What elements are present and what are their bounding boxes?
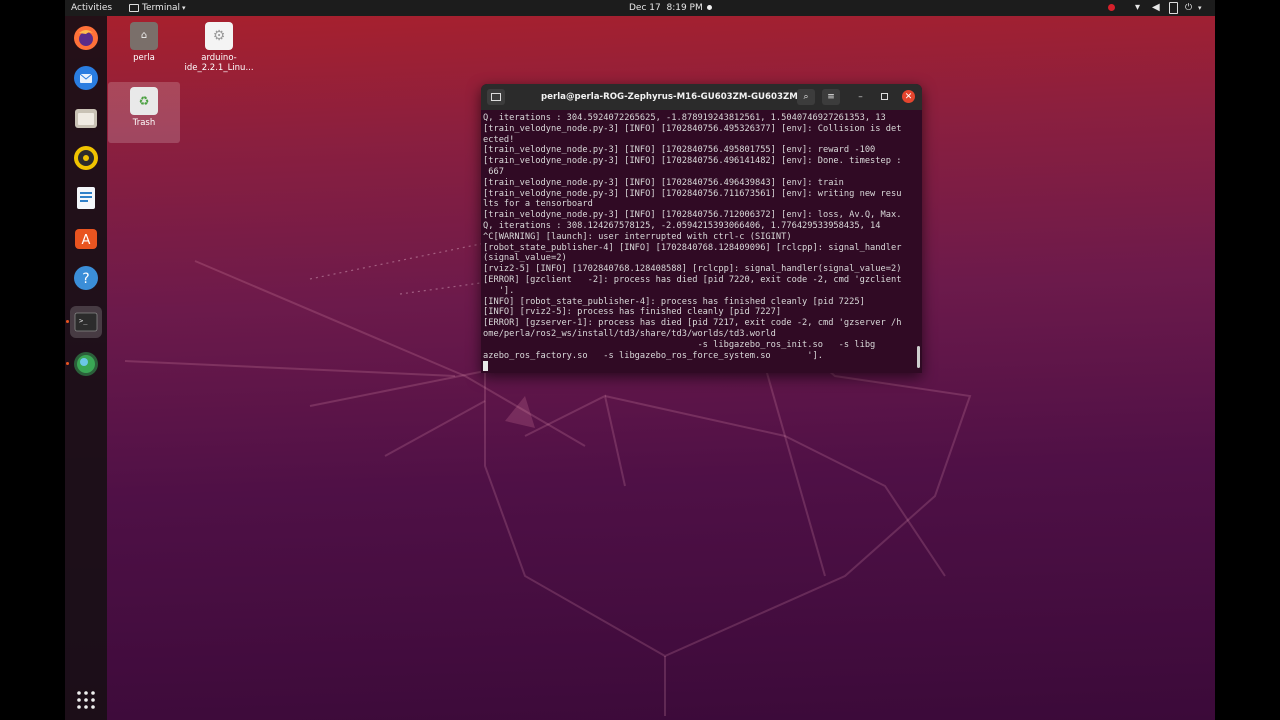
terminal-line: Q, iterations : 308.124267578125, -2.059… — [483, 220, 881, 231]
volume-icon[interactable]: ◀ — [1152, 0, 1160, 16]
wifi-icon[interactable]: ▾ — [1135, 0, 1140, 16]
help-icon: ? — [74, 266, 98, 290]
terminal-line: Q, iterations : 304.5924072265625, -1.87… — [483, 113, 886, 123]
terminal-output[interactable]: Q, iterations : 304.5924072265625, -1.87… — [483, 113, 915, 371]
terminal-window[interactable]: perla@perla-ROG-Zephyrus-M16-GU603ZM-GU6… — [481, 84, 922, 373]
svg-text:?: ? — [82, 271, 89, 287]
search-button[interactable]: ⌕ — [797, 89, 815, 105]
terminal-line: [train_velodyne_node.py-3] [INFO] [17028… — [483, 156, 902, 167]
battery-icon[interactable] — [1169, 0, 1178, 16]
app-menu-label: Terminal — [142, 3, 181, 13]
desktop-icon-label: arduino-ide_2.2.1_Linu... — [184, 53, 254, 73]
svg-text:>_: >_ — [79, 317, 88, 325]
terminal-line: 667 — [483, 166, 504, 177]
terminal-line: [rviz2-5] [INFO] [1702840768.128408588] … — [483, 264, 902, 275]
terminal-cursor — [483, 361, 488, 371]
dock-item-thunderbird[interactable] — [70, 62, 102, 94]
terminal-small-icon — [129, 3, 139, 12]
desktop-icon-home[interactable]: ⌂ perla — [108, 22, 180, 63]
menu-button[interactable]: ≡ — [822, 89, 840, 105]
close-icon: ✕ — [904, 91, 913, 102]
terminal-line: [train_velodyne_node.py-3] [INFO] [17028… — [483, 177, 844, 188]
show-apps-icon — [77, 691, 95, 709]
minimize-button[interactable]: – — [854, 90, 867, 103]
desktop-icon-arduino[interactable]: ⚙ arduino-ide_2.2.1_Linu... — [183, 22, 255, 73]
terminal-line: [robot_state_publisher-4] [INFO] [170284… — [483, 242, 902, 253]
minimize-icon: – — [858, 91, 863, 102]
terminal-line: -s libgazebo_ros_init.so -s libg — [483, 339, 876, 350]
terminal-line: azebo_ros_factory.so -s libgazebo_ros_fo… — [483, 350, 823, 361]
terminal-line: [train_velodyne_node.py-3] [INFO] [17028… — [483, 188, 902, 199]
search-icon: ⌕ — [803, 92, 809, 102]
running-indicator-icon — [66, 362, 69, 365]
terminal-line: ected! — [483, 134, 515, 145]
dock-item-files[interactable] — [70, 102, 102, 134]
maximize-button[interactable] — [878, 90, 891, 103]
running-indicator-icon — [66, 320, 69, 323]
power-icon[interactable]: ⏻ — [1185, 0, 1192, 16]
terminal-line: [INFO] [rviz2-5]: process has finished c… — [483, 307, 782, 318]
dock-item-firefox[interactable] — [70, 22, 102, 54]
clock[interactable]: Dec 17 8:19 PM — [629, 0, 712, 16]
terminal-line: lts for a tensorboard — [483, 199, 593, 210]
desktop-icon-label: Trash — [132, 118, 156, 128]
rhythmbox-icon — [74, 146, 98, 170]
terminal-line: [train_velodyne_node.py-3] [INFO] [17028… — [483, 145, 876, 156]
terminal-app-menu[interactable]: Terminal ▾ — [129, 0, 186, 16]
dock-item-globe[interactable] — [70, 348, 102, 380]
chevron-down-icon: ▾ — [182, 4, 186, 12]
left-letterbox — [0, 0, 65, 720]
terminal-line: [INFO] [robot_state_publisher-4]: proces… — [483, 296, 865, 307]
terminal-line: (signal_value=2) — [483, 253, 567, 264]
terminal-line: ome/perla/ros2_ws/install/td3/share/td3/… — [483, 328, 776, 339]
top-bar: Activities Terminal ▾ Dec 17 8:19 PM ▾ ◀ … — [65, 0, 1215, 16]
terminal-scrollbar[interactable] — [917, 346, 920, 368]
record-indicator-icon — [1108, 0, 1115, 16]
dock-item-help[interactable]: ? — [70, 262, 102, 294]
terminal-line: [train_velodyne_node.py-3] [INFO] [17028… — [483, 123, 902, 134]
clock-date: Dec 17 — [629, 3, 661, 13]
right-letterbox — [1215, 0, 1280, 720]
terminal-headerbar[interactable]: perla@perla-ROG-Zephyrus-M16-GU603ZM-GU6… — [481, 84, 922, 110]
desktop-icon-trash[interactable]: ♻ Trash — [108, 82, 180, 143]
terminal-line: [ERROR] [gzserver-1]: process has died [… — [483, 318, 902, 329]
hamburger-icon: ≡ — [827, 92, 835, 102]
close-button[interactable]: ✕ — [902, 90, 915, 103]
trash-icon: ♻ — [130, 87, 158, 115]
terminal-line: [ERROR] [gzclient -2]: process has died … — [483, 274, 902, 285]
dock-item-rhythmbox[interactable] — [70, 142, 102, 174]
terminal-line: [train_velodyne_node.py-3] [INFO] [17028… — [483, 210, 902, 221]
writer-icon — [77, 187, 95, 209]
system-menu-chevron-icon[interactable]: ▾ — [1198, 0, 1202, 16]
terminal-line: ']. — [483, 285, 515, 296]
new-tab-button[interactable] — [487, 89, 505, 105]
activities-button[interactable]: Activities — [71, 0, 112, 16]
dock-item-software[interactable]: A — [70, 222, 102, 254]
globe-icon — [74, 352, 98, 376]
notification-dot-icon — [706, 5, 712, 10]
terminal-line: ^C[WARNING] [launch]: user interrupted w… — [483, 231, 792, 242]
software-icon: A — [75, 229, 97, 249]
terminal-title: perla@perla-ROG-Zephyrus-M16-GU603ZM-GU6… — [541, 92, 801, 102]
new-tab-icon — [491, 93, 501, 101]
maximize-icon — [881, 93, 888, 100]
home-folder-icon: ⌂ — [130, 22, 158, 50]
desktop-icon-label: perla — [133, 53, 155, 63]
dock-item-writer[interactable] — [70, 182, 102, 214]
firefox-icon — [74, 26, 98, 50]
show-apps-button[interactable] — [70, 684, 102, 716]
desktop-screen: Activities Terminal ▾ Dec 17 8:19 PM ▾ ◀ … — [65, 0, 1215, 720]
arduino-icon: ⚙ — [205, 22, 233, 50]
dock: A ? >_ — [65, 16, 107, 720]
terminal-icon: >_ — [74, 312, 98, 332]
files-icon — [75, 109, 97, 128]
clock-time: 8:19 PM — [666, 3, 703, 13]
thunderbird-icon — [74, 66, 98, 90]
dock-item-terminal[interactable]: >_ — [70, 306, 102, 338]
terminal-prompt-line — [483, 361, 915, 371]
svg-text:A: A — [82, 233, 91, 248]
